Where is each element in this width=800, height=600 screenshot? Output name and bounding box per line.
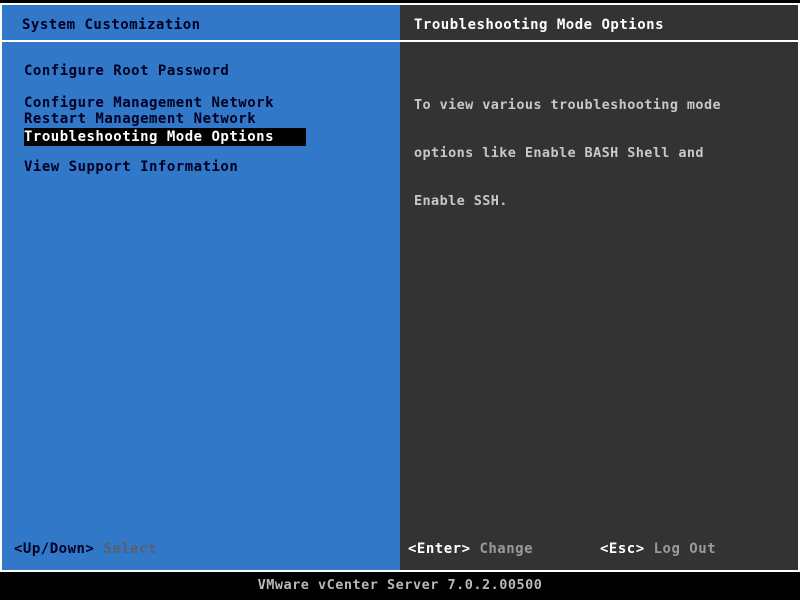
hint-key: <Up/Down> — [14, 541, 94, 557]
hint-esc-log-out: <Esc> Log Out — [600, 540, 716, 558]
hint-action-label: Change — [479, 541, 533, 557]
menu-item-troubleshooting-mode-options[interactable]: Troubleshooting Mode Options — [2, 127, 400, 143]
hint-up-down-select: <Up/Down> Select — [14, 540, 157, 558]
menu-item-label: View Support Information — [24, 159, 238, 175]
menu-item-label: Troubleshooting Mode Options — [24, 129, 274, 145]
hint-gap — [645, 541, 654, 557]
menu-spacer — [2, 79, 400, 95]
panel-description: To view various troubleshooting mode opt… — [414, 65, 714, 241]
hint-key: <Esc> — [600, 541, 645, 557]
product-version-label: VMware vCenter Server 7.0.2.00500 — [0, 577, 800, 593]
product-footer-bar: VMware vCenter Server 7.0.2.00500 — [0, 572, 800, 600]
left-hint-bar: <Up/Down> Select — [2, 540, 400, 558]
menu-spacer — [2, 143, 400, 159]
hint-key: <Enter> — [408, 541, 471, 557]
description-line: Enable SSH. — [414, 193, 714, 209]
description-line: To view various troubleshooting mode — [414, 97, 714, 113]
menu-item-configure-root-password[interactable]: Configure Root Password — [2, 63, 400, 79]
hint-action-label: Select — [103, 541, 157, 557]
menu-item-restart-management-network[interactable]: Restart Management Network — [2, 111, 400, 127]
system-customization-menu[interactable]: Configure Root Password Configure Manage… — [2, 63, 400, 175]
menu-item-view-support-information[interactable]: View Support Information — [2, 159, 400, 175]
troubleshooting-mode-options-panel: Troubleshooting Mode Options To view var… — [400, 3, 800, 572]
description-line: options like Enable BASH Shell and — [414, 145, 714, 161]
left-panel-header: System Customization — [2, 5, 400, 42]
right-panel-title: Troubleshooting Mode Options — [414, 17, 664, 33]
menu-item-label: Configure Management Network — [24, 95, 274, 111]
system-customization-panel: System Customization Configure Root Pass… — [0, 3, 400, 572]
right-hint-bar: <Enter> Change <Esc> Log Out — [400, 540, 798, 558]
menu-item-label: Restart Management Network — [24, 111, 256, 127]
dcui-screen: System Customization Configure Root Pass… — [0, 0, 800, 600]
right-panel-header: Troubleshooting Mode Options — [400, 5, 798, 42]
hint-enter-change: <Enter> Change — [408, 540, 533, 558]
hint-action-label: Log Out — [654, 541, 717, 557]
left-panel-title: System Customization — [22, 17, 201, 33]
menu-item-label: Configure Root Password — [24, 63, 229, 79]
menu-item-configure-management-network[interactable]: Configure Management Network — [2, 95, 400, 111]
hint-action — [94, 541, 103, 557]
